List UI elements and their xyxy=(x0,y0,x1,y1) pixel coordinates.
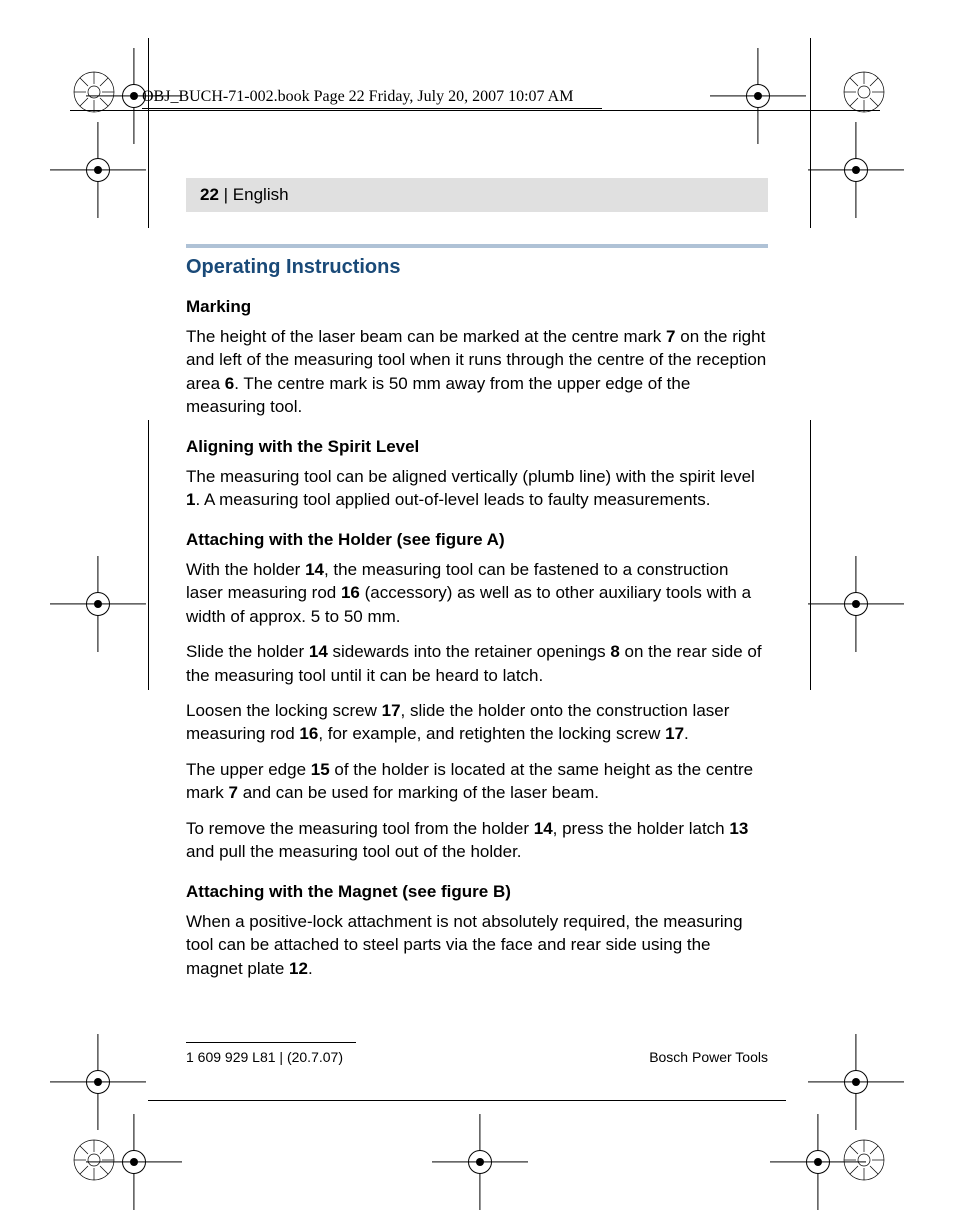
body-paragraph: Loosen the locking screw 17, slide the h… xyxy=(186,699,768,746)
subsection-aligning: Aligning with the Spirit Level The measu… xyxy=(186,437,768,512)
rosette-icon xyxy=(72,70,116,114)
rosette-icon xyxy=(842,1138,886,1182)
register-mark-icon xyxy=(838,586,874,622)
register-mark-icon xyxy=(116,1144,152,1180)
rosette-icon xyxy=(72,1138,116,1182)
rosette-icon xyxy=(842,70,886,114)
register-mark-icon xyxy=(838,152,874,188)
register-mark-icon xyxy=(462,1144,498,1180)
main-content: Operating Instructions Marking The heigh… xyxy=(186,244,768,992)
register-mark-icon xyxy=(80,152,116,188)
footer-brand: Bosch Power Tools xyxy=(649,1049,768,1065)
page-footer: 1 609 929 L81 | (20.7.07) Bosch Power To… xyxy=(186,1042,768,1065)
frame-line xyxy=(810,38,811,228)
page-header: 22 | English xyxy=(186,178,768,212)
register-mark-icon xyxy=(80,586,116,622)
frame-line xyxy=(810,420,811,690)
register-mark-icon xyxy=(800,1144,836,1180)
subsection-magnet: Attaching with the Magnet (see figure B)… xyxy=(186,882,768,980)
subheading: Aligning with the Spirit Level xyxy=(186,437,768,457)
register-mark-icon xyxy=(838,1064,874,1100)
frame-line xyxy=(148,38,149,228)
body-paragraph: When a positive-lock attachment is not a… xyxy=(186,910,768,980)
section-divider xyxy=(186,244,768,248)
body-paragraph: The height of the laser beam can be mark… xyxy=(186,325,768,419)
page-language: English xyxy=(233,185,289,204)
subheading: Attaching with the Magnet (see figure B) xyxy=(186,882,768,902)
register-mark-icon xyxy=(740,78,776,114)
body-paragraph: Slide the holder 14 sidewards into the r… xyxy=(186,640,768,687)
footer-doc-id: 1 609 929 L81 | (20.7.07) xyxy=(186,1049,343,1065)
header-separator: | xyxy=(219,185,233,204)
subheading: Attaching with the Holder (see figure A) xyxy=(186,530,768,550)
register-mark-icon xyxy=(80,1064,116,1100)
subsection-holder: Attaching with the Holder (see figure A)… xyxy=(186,530,768,864)
body-paragraph: The upper edge 15 of the holder is locat… xyxy=(186,758,768,805)
page-number: 22 xyxy=(200,185,219,204)
frame-line xyxy=(148,1100,786,1101)
body-paragraph: With the holder 14, the measuring tool c… xyxy=(186,558,768,628)
frame-line xyxy=(148,420,149,690)
book-info-header: OBJ_BUCH-71-002.book Page 22 Friday, Jul… xyxy=(142,88,602,109)
subheading: Marking xyxy=(186,297,768,317)
body-paragraph: To remove the measuring tool from the ho… xyxy=(186,817,768,864)
subsection-marking: Marking The height of the laser beam can… xyxy=(186,297,768,419)
section-title: Operating Instructions xyxy=(186,256,768,279)
body-paragraph: The measuring tool can be aligned vertic… xyxy=(186,465,768,512)
footer-rule xyxy=(186,1042,356,1043)
